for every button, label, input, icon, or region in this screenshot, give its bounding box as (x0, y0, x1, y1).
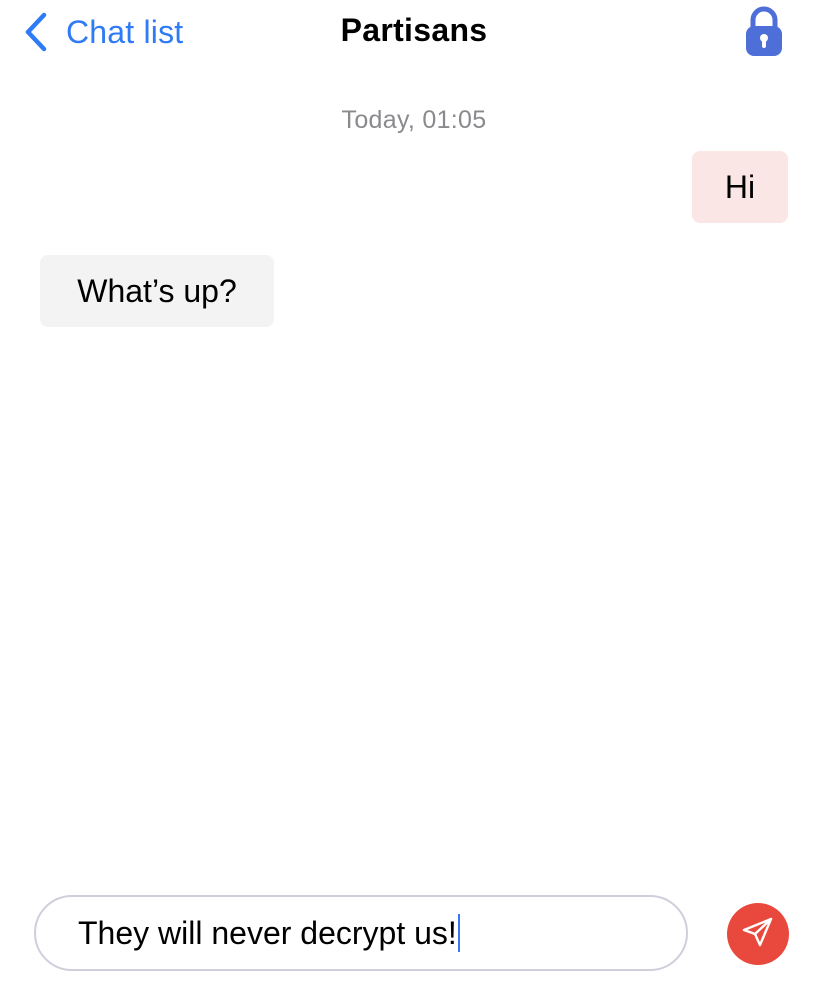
message-timestamp: Today, 01:05 (341, 106, 487, 134)
outgoing-message-bubble: Hi (692, 151, 788, 223)
lock-button[interactable] (744, 6, 784, 58)
incoming-message-bubble: What’s up? (40, 255, 274, 327)
paper-plane-icon (741, 915, 775, 954)
text-caret (457, 914, 460, 952)
message-input-text: They will never decrypt us! (78, 914, 457, 951)
message-input[interactable]: They will never decrypt us! (34, 895, 688, 971)
lock-icon (744, 6, 784, 62)
chat-title: Partisans (340, 12, 488, 48)
send-button[interactable] (727, 903, 789, 965)
navigation-bar: Chat list Partisans (0, 0, 828, 70)
